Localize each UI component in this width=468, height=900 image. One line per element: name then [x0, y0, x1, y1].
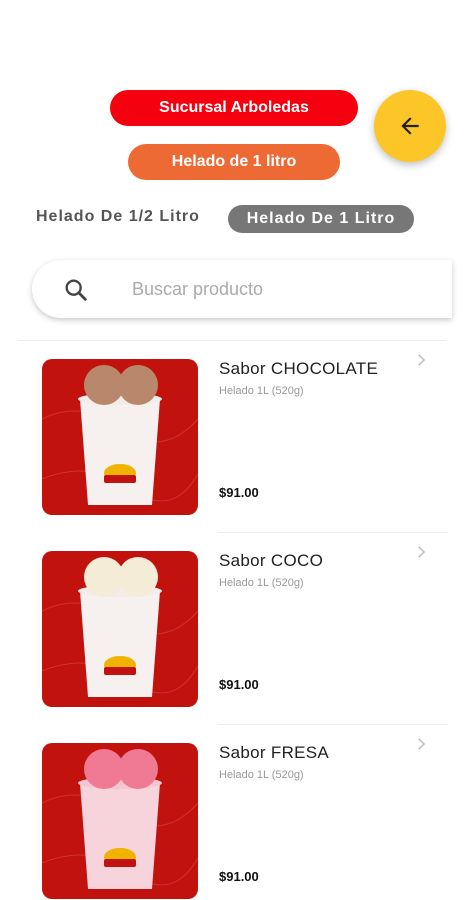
product-name: Sabor FRESA [219, 743, 330, 762]
product-price: $91.00 [219, 677, 259, 692]
search-bar[interactable] [32, 260, 452, 318]
category-pill[interactable]: Helado de 1 litro [128, 144, 340, 180]
product-item[interactable]: Sabor COCO Helado 1L (520g) $91.00 [0, 533, 468, 725]
product-image [42, 743, 198, 899]
branch-label: Sucursal Arboledas [159, 99, 309, 116]
chevron-right-icon [418, 354, 426, 366]
product-item[interactable]: Sabor FRESA Helado 1L (520g) $91.00 [0, 725, 468, 900]
chevron-right-icon [418, 546, 426, 558]
tab-one-liter[interactable]: Helado De 1 Litro [228, 205, 414, 233]
branch-pill[interactable]: Sucursal Arboledas [110, 90, 358, 126]
search-icon [65, 279, 87, 301]
product-name: Sabor CHOCOLATE [219, 359, 379, 378]
search-input[interactable] [132, 274, 432, 304]
size-tabs: Helado De 1/2 Litro Helado De 1 Litro [0, 204, 468, 234]
category-label: Helado de 1 litro [171, 153, 297, 170]
product-description: Helado 1L (520g) [219, 769, 304, 781]
product-image [42, 551, 198, 707]
product-price: $91.00 [219, 869, 259, 884]
product-item[interactable]: Sabor CHOCOLATE Helado 1L (520g) $91.00 [0, 341, 468, 533]
product-description: Helado 1L (520g) [219, 577, 304, 589]
arrow-left-icon [401, 117, 419, 135]
product-name: Sabor COCO [219, 551, 324, 570]
product-description: Helado 1L (520g) [219, 385, 304, 397]
chevron-right-icon [418, 738, 426, 750]
product-price: $91.00 [219, 485, 259, 500]
product-image [42, 359, 198, 515]
back-button[interactable] [374, 90, 446, 162]
tab-half-liter[interactable]: Helado De 1/2 Litro [36, 208, 200, 226]
